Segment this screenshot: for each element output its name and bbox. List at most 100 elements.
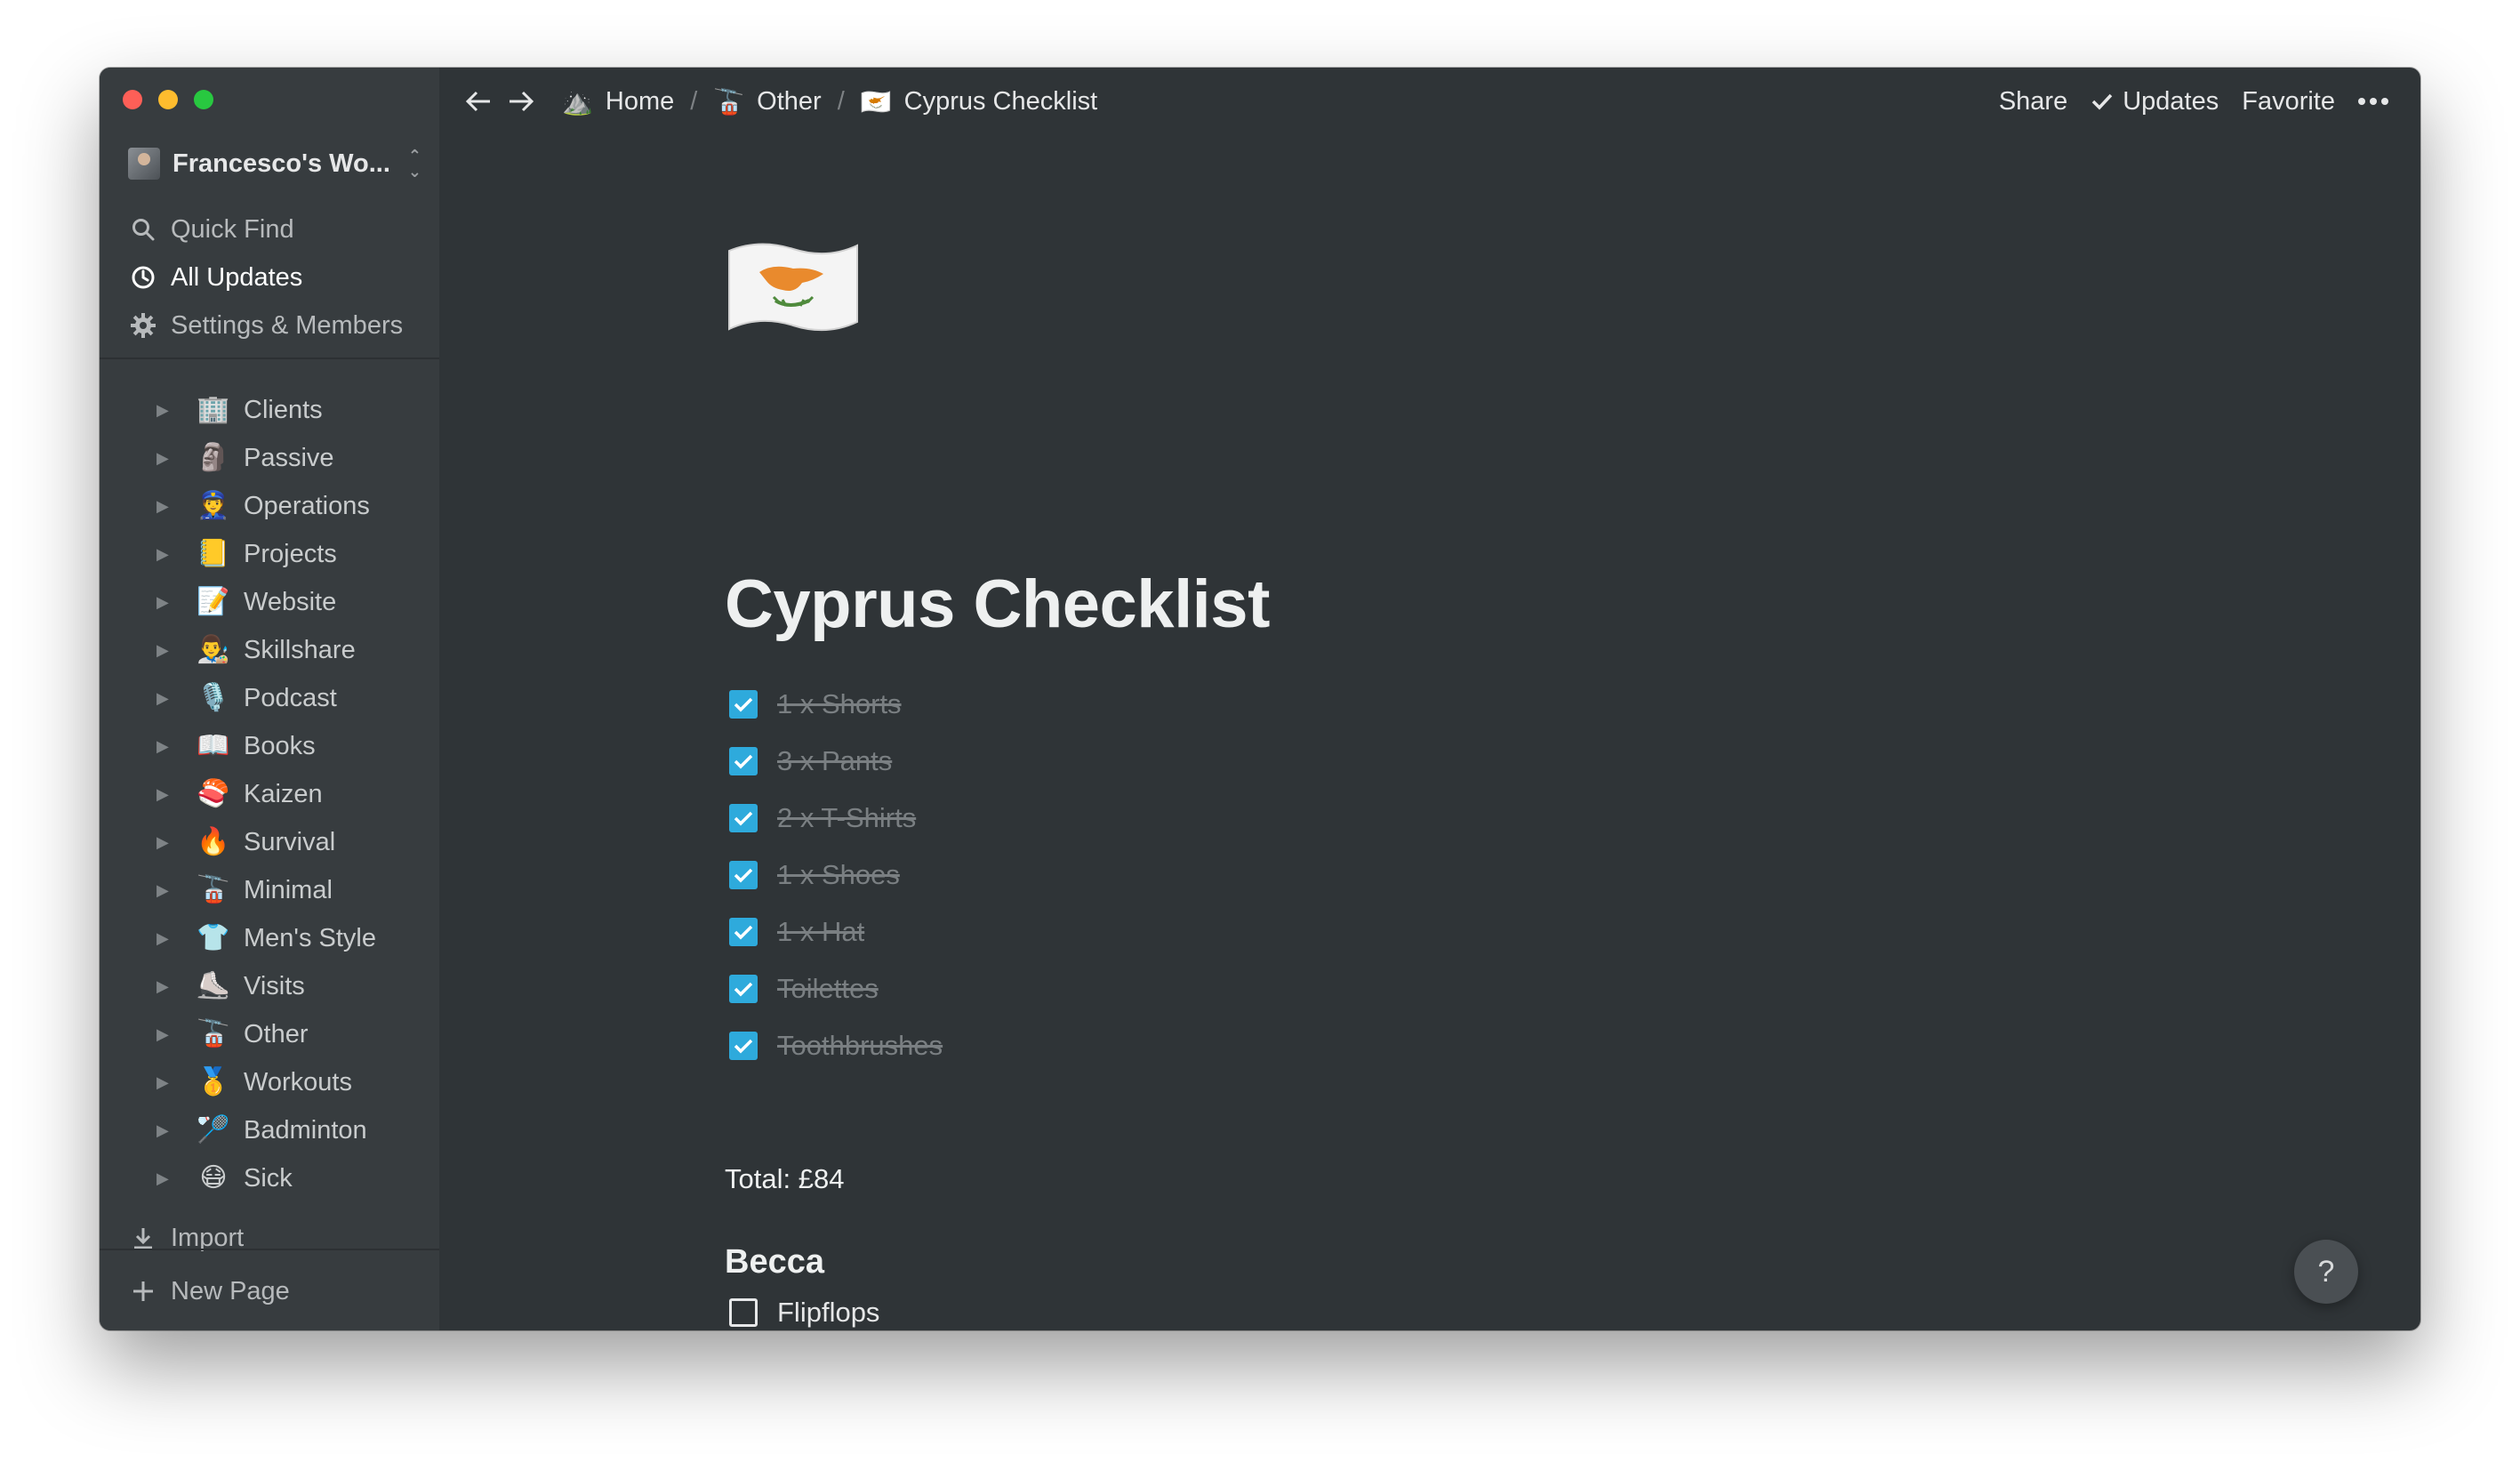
breadcrumb-cyprus-checklist[interactable]: 🇨🇾 Cyprus Checklist — [861, 87, 1097, 116]
page-emoji-icon: 🚡 — [197, 1019, 230, 1048]
all-updates-button[interactable]: All Updates — [128, 260, 302, 295]
expand-triangle-icon[interactable]: ▶ — [156, 449, 176, 468]
expand-triangle-icon[interactable]: ▶ — [156, 977, 176, 996]
section-heading[interactable]: Becca — [725, 1243, 824, 1281]
checkbox-checked-icon[interactable] — [729, 804, 758, 832]
expand-triangle-icon[interactable]: ▶ — [156, 1169, 176, 1188]
sidebar-item-label: Website — [244, 587, 337, 616]
expand-triangle-icon[interactable]: ▶ — [156, 1073, 176, 1092]
expand-triangle-icon[interactable]: ▶ — [156, 929, 176, 948]
breadcrumb-other-label: Other — [757, 86, 822, 116]
todo-text[interactable]: 1 x Shorts — [777, 688, 902, 720]
favorite-button[interactable]: Favorite — [2242, 87, 2335, 116]
checkbox-checked-icon[interactable] — [729, 747, 758, 775]
breadcrumb-other[interactable]: 🚡 Other — [713, 87, 821, 116]
todo-item[interactable]: 1 x Shorts — [729, 688, 902, 720]
more-options-icon[interactable] — [2358, 84, 2388, 119]
sidebar-item-label: Badminton — [244, 1115, 367, 1145]
close-window-button[interactable] — [123, 90, 142, 109]
todo-item[interactable]: Flipflops — [729, 1297, 879, 1329]
todo-text[interactable]: 3 x Pants — [777, 745, 892, 777]
expand-triangle-icon[interactable]: ▶ — [156, 497, 176, 516]
todo-text[interactable]: Toothbrushes — [777, 1030, 943, 1062]
page-emoji-icon: 📝 — [197, 587, 230, 616]
page-title[interactable]: Cyprus Checklist — [725, 571, 1270, 639]
zoom-window-button[interactable] — [194, 90, 213, 109]
sidebar-item-clients[interactable]: ▶ 🏢 Clients — [156, 391, 423, 429]
new-page-button[interactable]: New Page — [128, 1273, 290, 1309]
sidebar-item-visits[interactable]: ▶ ⛸️ Visits — [156, 968, 423, 1005]
updates-button[interactable]: Updates — [2091, 87, 2219, 116]
page-emoji-icon: 👨‍🎨 — [197, 635, 230, 664]
sidebar-item-minimal[interactable]: ▶ 🚡 Minimal — [156, 872, 423, 909]
page-content: Cyprus Checklist 1 x Shorts 3 x Pants 2 x … — [439, 135, 2420, 1330]
sidebar-item-men-s-style[interactable]: ▶ 👕 Men's Style — [156, 920, 423, 957]
sidebar-item-books[interactable]: ▶ 📖 Books — [156, 727, 423, 765]
expand-triangle-icon[interactable]: ▶ — [156, 545, 176, 564]
total-text[interactable]: Total: £84 — [725, 1163, 844, 1195]
todo-text[interactable]: Toilettes — [777, 973, 879, 1005]
breadcrumb-home[interactable]: ⛰️ Home — [562, 87, 674, 116]
expand-triangle-icon[interactable]: ▶ — [156, 689, 176, 708]
page-emoji-icon: 👕 — [197, 923, 230, 952]
expand-triangle-icon[interactable]: ▶ — [156, 1025, 176, 1044]
expand-triangle-icon[interactable]: ▶ — [156, 593, 176, 612]
topbar: ⛰️ Home / 🚡 Other / 🇨🇾 Cyprus Checklist … — [439, 68, 2420, 135]
todo-item[interactable]: 1 x Shoes — [729, 859, 900, 891]
import-button[interactable]: Import — [128, 1220, 244, 1256]
all-updates-label: All Updates — [171, 262, 303, 292]
todo-text[interactable]: Flipflops — [777, 1297, 879, 1329]
sidebar-item-passive[interactable]: ▶ 🗿 Passive — [156, 439, 423, 477]
breadcrumb-cyprus-label: Cyprus Checklist — [903, 86, 1098, 116]
expand-triangle-icon[interactable]: ▶ — [156, 881, 176, 900]
workspace-switcher[interactable]: Francesco's Wo... ⌃ ⌄ — [128, 146, 421, 181]
todo-item[interactable]: Toilettes — [729, 973, 879, 1005]
sidebar-item-badminton[interactable]: ▶ 🏸 Badminton — [156, 1112, 423, 1149]
sidebar-item-website[interactable]: ▶ 📝 Website — [156, 583, 423, 621]
sidebar-item-workouts[interactable]: ▶ 🥇 Workouts — [156, 1064, 423, 1101]
sidebar-item-operations[interactable]: ▶ 👮 Operations — [156, 487, 423, 525]
cable-car-icon: 🚡 — [713, 87, 745, 116]
expand-triangle-icon[interactable]: ▶ — [156, 1121, 176, 1140]
forward-arrow-icon[interactable] — [503, 84, 539, 119]
settings-members-button[interactable]: Settings & Members — [128, 308, 403, 343]
sidebar-item-kaizen[interactable]: ▶ 🍣 Kaizen — [156, 775, 423, 813]
expand-triangle-icon[interactable]: ▶ — [156, 401, 176, 420]
sidebar-item-other[interactable]: ▶ 🚡 Other — [156, 1016, 423, 1053]
todo-item[interactable]: 3 x Pants — [729, 745, 892, 777]
cyprus-flag-icon[interactable] — [724, 237, 863, 340]
search-icon — [128, 214, 158, 245]
checkbox-checked-icon[interactable] — [729, 975, 758, 1003]
sidebar-item-label: Workouts — [244, 1067, 352, 1096]
todo-item[interactable]: 1 x Hat — [729, 916, 864, 948]
sidebar-item-podcast[interactable]: ▶ 🎙️ Podcast — [156, 679, 423, 717]
checkbox-checked-icon[interactable] — [729, 690, 758, 719]
sidebar-bottom-divider — [100, 1249, 439, 1250]
checkbox-unchecked-icon[interactable] — [729, 1298, 758, 1327]
chevron-updown-icon: ⌃ ⌄ — [407, 147, 421, 181]
breadcrumb: ⛰️ Home / 🚡 Other / 🇨🇾 Cyprus Checklist — [562, 87, 1097, 116]
sidebar-item-survival[interactable]: ▶ 🔥 Survival — [156, 823, 423, 861]
expand-triangle-icon[interactable]: ▶ — [156, 737, 176, 756]
sidebar-item-skillshare[interactable]: ▶ 👨‍🎨 Skillshare — [156, 631, 423, 669]
todo-item[interactable]: Toothbrushes — [729, 1030, 943, 1062]
todo-text[interactable]: 1 x Hat — [777, 916, 864, 948]
checkbox-checked-icon[interactable] — [729, 1032, 758, 1060]
expand-triangle-icon[interactable]: ▶ — [156, 833, 176, 852]
todo-text[interactable]: 2 x T-Shirts — [777, 802, 916, 834]
checkbox-checked-icon[interactable] — [729, 861, 758, 889]
quick-find-button[interactable]: Quick Find — [128, 212, 294, 247]
expand-triangle-icon[interactable]: ▶ — [156, 641, 176, 660]
sidebar-item-sick[interactable]: ▶ 😷 Sick — [156, 1160, 423, 1197]
minimize-window-button[interactable] — [158, 90, 178, 109]
todo-text[interactable]: 1 x Shoes — [777, 859, 900, 891]
help-button[interactable]: ? — [2294, 1240, 2358, 1304]
todo-item[interactable]: 2 x T-Shirts — [729, 802, 916, 834]
expand-triangle-icon[interactable]: ▶ — [156, 785, 176, 804]
share-button[interactable]: Share — [1999, 87, 2067, 116]
back-arrow-icon[interactable] — [461, 84, 496, 119]
app-window: Francesco's Wo... ⌃ ⌄ Quick Find All Upda… — [100, 68, 2420, 1330]
checkbox-checked-icon[interactable] — [729, 918, 758, 946]
page-emoji-icon: 🚡 — [197, 875, 230, 904]
sidebar-item-projects[interactable]: ▶ 📒 Projects — [156, 535, 423, 573]
